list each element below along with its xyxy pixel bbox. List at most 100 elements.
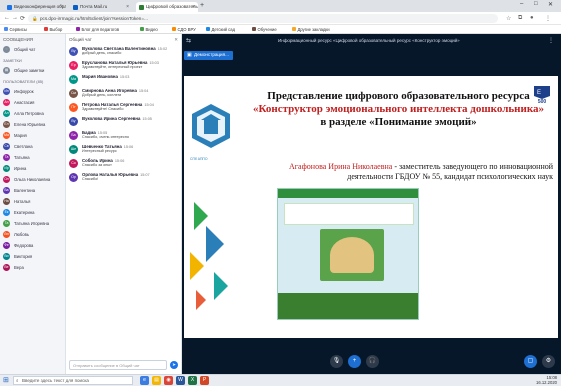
slide-title-line3: в разделе «Понимание эмоций» (320, 116, 477, 128)
star-icon[interactable]: ☆ (506, 15, 511, 22)
user-name: Алла Петровна (14, 111, 44, 116)
new-tab-button[interactable]: + (200, 2, 204, 9)
taskbar-app-icon[interactable]: W (176, 376, 185, 385)
bookmark-item[interactable]: Блог для педагогов (76, 27, 119, 32)
user-list-item[interactable]: Ек Екатерина (0, 207, 65, 218)
message-text: Здравствуйте, интересный проект (82, 65, 143, 69)
chat-panel: Общий чат ✕ Ву Вуколова Светлана Валентин… (66, 34, 182, 374)
messages-header-label: СООБЩЕНИЯ (3, 37, 34, 42)
user-list-item[interactable]: На Наталья (0, 196, 65, 207)
user-name: Татьяна Игоревна (14, 221, 50, 226)
maximize-button[interactable]: □ (534, 1, 538, 7)
shared-notes-item[interactable]: ▤ Общие заметки (0, 65, 65, 76)
public-chat-item[interactable]: ◌ Общий чат (0, 44, 65, 55)
bookmark-item[interactable]: Другие закладки (292, 27, 330, 32)
meeting-top-bar: ⇆ Информационный ресурс «Цифровой образо… (182, 34, 561, 48)
user-list-item[interactable]: Фе Федорова (0, 240, 65, 251)
taskbar-app-icon[interactable]: ▤ (152, 376, 161, 385)
back-icon[interactable]: ← (4, 15, 10, 21)
user-list-item[interactable]: Ол Ольга Николаевна (0, 174, 65, 185)
presenter-badge[interactable]: ▣ Демонстрация... (184, 51, 233, 60)
user-list-item[interactable]: Ан Анастасия (0, 97, 65, 108)
user-list-item[interactable]: Ве Вера (0, 262, 65, 273)
minimize-button[interactable]: – (520, 1, 523, 7)
user-avatar: Ир (3, 165, 10, 172)
browser-tab[interactable]: Видеоконференция образовательн...× (4, 2, 66, 12)
user-list-item[interactable]: Ир Ирина (0, 163, 65, 174)
options-icon[interactable]: ⋮ (548, 37, 554, 44)
bookmark-item[interactable]: Видео (140, 27, 158, 32)
send-message-button[interactable]: ➤ (170, 361, 178, 369)
tab-close-icon[interactable]: × (60, 4, 63, 10)
message-sender: Вуколова Ирина Сергеевна 15:05 (82, 116, 177, 121)
forward-icon[interactable]: → (12, 15, 18, 21)
close-chat-icon[interactable]: ✕ (174, 37, 178, 43)
tab-label: Видеоконференция образовательн... (14, 4, 66, 9)
user-name: Татьяна (14, 155, 30, 160)
taskbar-app-icon[interactable]: ◉ (164, 376, 173, 385)
message-avatar: Ма (69, 75, 78, 84)
user-avatar: Та (3, 220, 10, 227)
public-chat-label: Общий чат (14, 47, 36, 52)
url-text: pcs.dpo-irrmagic.ru/html5client/join?ses… (40, 16, 148, 21)
reload-icon[interactable]: ⟳ (20, 15, 25, 22)
user-avatar: Ол (3, 176, 10, 183)
user-list-item[interactable]: Св Светлана (0, 141, 65, 152)
screen-share-icon: ▣ (187, 52, 192, 58)
message-time: 15:04 (138, 89, 149, 93)
user-list-item[interactable]: Ви Виктория (0, 251, 65, 262)
os-taskbar: ⊞ ⌕ Введите здесь текст для поиска e ▤ ◉ W X… (0, 374, 561, 386)
bookmark-favicon-icon (252, 27, 256, 31)
meeting-title: Информационный ресурс «Цифровой образова… (278, 38, 460, 43)
user-list-item[interactable]: Ма Мария (0, 130, 65, 141)
user-list-item[interactable]: Ин Инфоурок (0, 86, 65, 97)
taskbar-app-icon[interactable]: X (188, 376, 197, 385)
url-field[interactable]: 🔒 pcs.dpo-irrmagic.ru/html5client/join?s… (28, 14, 498, 23)
toggle-sidebar-icon[interactable]: ⇆ (186, 37, 191, 44)
profile-icon[interactable]: ● (530, 15, 534, 21)
user-avatar: Ин (3, 88, 10, 95)
user-list-item[interactable]: Лю Любовь (0, 229, 65, 240)
close-window-button[interactable]: ✕ (548, 1, 553, 8)
browser-tab[interactable]: Цифровой образовательный ресурс× (136, 2, 198, 12)
screenshot-header (278, 189, 418, 198)
screenshot-footer (278, 293, 418, 319)
windows-start-icon[interactable]: ⊞ (3, 376, 9, 384)
bookmark-label: Видео (145, 26, 158, 32)
user-list-item[interactable]: Ал Алла Петровна (0, 108, 65, 119)
user-list-item[interactable]: Ва Валентина (0, 185, 65, 196)
screen-share-button[interactable]: ▢ (524, 355, 537, 368)
user-avatar: Ек (3, 209, 10, 216)
presentation-slide: СПб АППО Е 500 Представление цифрового о… (184, 76, 558, 338)
actions-button[interactable]: + (348, 355, 361, 368)
bookmark-item[interactable]: Выбор (44, 27, 62, 32)
slide-logo-column: СПб АППО (184, 76, 239, 338)
user-list-item[interactable]: Та Татьяна Игоревна (0, 218, 65, 229)
meeting-controls: 🎙 + 🎧 ▢ ⚙ (182, 352, 561, 374)
bookmark-favicon-icon (292, 27, 296, 31)
bookmark-item[interactable]: Обучение (252, 27, 277, 32)
chat-message-input[interactable]: Отправить сообщение в Общий чат (69, 360, 167, 370)
browser-tab[interactable]: Почта Mail.ru × (70, 2, 132, 12)
bookmark-item[interactable]: Сервисы (4, 27, 27, 32)
audio-button[interactable]: 🎧 (366, 355, 379, 368)
chat-message: Ше Шевченко Татьяна 15:06 Интересный ресурс (66, 142, 181, 156)
svg-text:СПб АППО: СПб АППО (190, 157, 208, 161)
user-list-item[interactable]: Та Татьяна (0, 152, 65, 163)
chat-message: Ву Вуколова Светлана Валентиновна 15:02 доб… (66, 44, 181, 58)
tab-close-icon[interactable]: × (126, 4, 129, 10)
tab-close-icon[interactable]: × (192, 4, 195, 10)
taskbar-app-icon[interactable]: P (200, 376, 209, 385)
menu-icon[interactable]: ⋮ (545, 15, 551, 22)
extensions-icon[interactable]: ⧉ (518, 15, 522, 22)
microphone-button[interactable]: 🎙 (330, 355, 343, 368)
message-text: добрый день, спасибо (82, 51, 122, 55)
user-avatar: Ан (3, 99, 10, 106)
bookmark-item[interactable]: СДО ВРУ (172, 27, 196, 32)
taskbar-app-icon[interactable]: e (140, 376, 149, 385)
taskbar-search-input[interactable]: ⌕ Введите здесь текст для поиска (13, 376, 133, 385)
settings-button[interactable]: ⚙ (542, 355, 555, 368)
institute-logo-graphic: СПб АППО (190, 104, 230, 310)
user-list-item[interactable]: Ел Елена Юрьевна (0, 119, 65, 130)
bookmark-item[interactable]: Детский сад (206, 27, 235, 32)
